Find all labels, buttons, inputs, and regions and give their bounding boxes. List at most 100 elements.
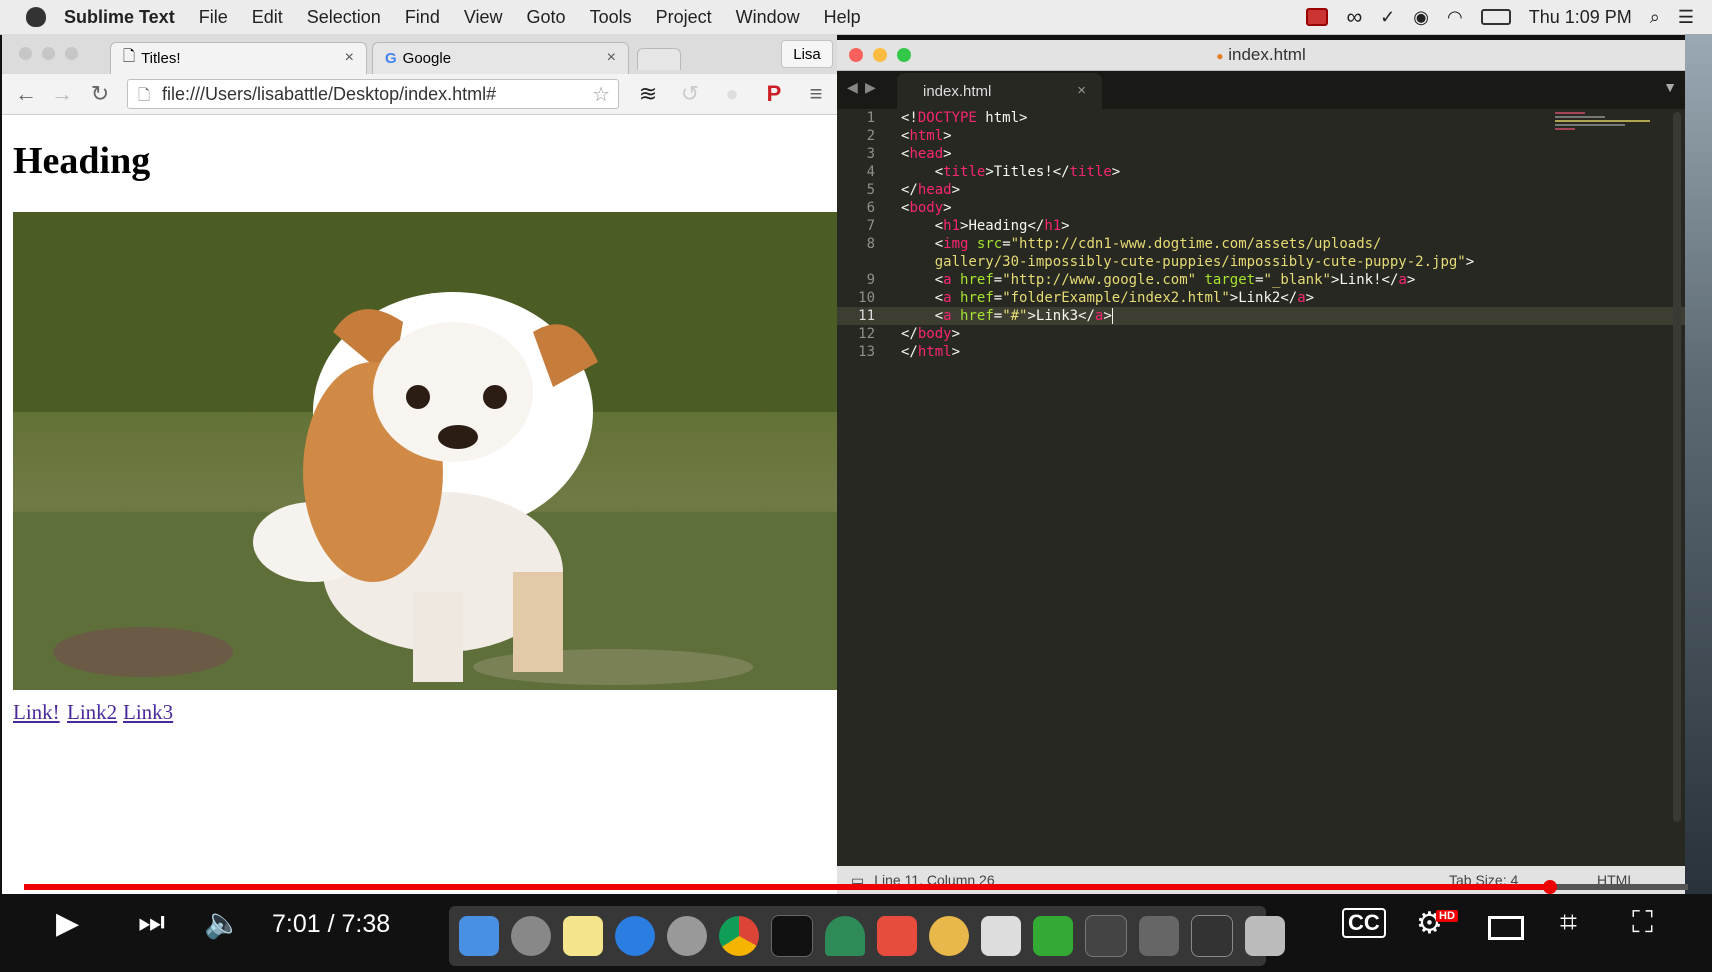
menu-help[interactable]: Help: [824, 7, 861, 28]
code-token: h1: [1044, 218, 1062, 234]
notification-center-icon[interactable]: ☰: [1678, 7, 1694, 28]
close-icon[interactable]: ×: [1077, 82, 1086, 99]
app-store-icon[interactable]: [615, 916, 655, 956]
layers-icon[interactable]: ≋: [634, 80, 662, 108]
profile-button[interactable]: Lisa: [781, 40, 833, 68]
browser-minimize-button[interactable]: [42, 47, 55, 60]
code-line-2: <html>: [901, 127, 952, 145]
menu-tools[interactable]: Tools: [590, 7, 632, 28]
next-icon[interactable]: ⏭: [138, 906, 165, 940]
trash-icon[interactable]: [1245, 916, 1285, 956]
slides-icon[interactable]: [877, 916, 917, 956]
sublime-text-icon[interactable]: [1085, 915, 1127, 957]
code-token: <: [901, 164, 944, 180]
close-icon[interactable]: ×: [345, 49, 354, 67]
sourcetree-icon[interactable]: [825, 916, 865, 956]
editor-tab-index[interactable]: index.html ×: [897, 73, 1102, 109]
code-token: >: [951, 182, 961, 198]
menu-find[interactable]: Find: [405, 7, 440, 28]
nav-left-icon[interactable]: ◀: [847, 79, 858, 96]
menu-project[interactable]: Project: [656, 7, 712, 28]
url-bar[interactable]: 🗋 file:///Users/lisabattle/Desktop/index…: [127, 79, 619, 109]
notes-icon[interactable]: [563, 916, 603, 956]
database-icon[interactable]: [929, 916, 969, 956]
tab-list-icon[interactable]: ▼: [1663, 79, 1677, 95]
finder-icon[interactable]: [459, 916, 499, 956]
extension-circle-icon[interactable]: ●: [718, 80, 746, 108]
browser-zoom-button[interactable]: [65, 47, 78, 60]
new-tab-button[interactable]: [637, 48, 681, 70]
menu-view[interactable]: View: [464, 7, 503, 28]
tab-google[interactable]: G Google ×: [372, 42, 629, 74]
pinterest-icon[interactable]: P: [760, 80, 788, 108]
system-preferences-icon[interactable]: [667, 916, 707, 956]
terminal-icon[interactable]: [771, 915, 813, 957]
creative-cloud-icon[interactable]: ◉: [1413, 7, 1429, 28]
calculator-icon[interactable]: [981, 916, 1021, 956]
clock[interactable]: Thu 1:09 PM: [1529, 7, 1632, 28]
video-scrubber-handle[interactable]: [1542, 880, 1557, 894]
code-token: </: [901, 326, 918, 342]
code-token: body: [917, 326, 952, 342]
launchpad-icon[interactable]: [511, 916, 551, 956]
forward-icon[interactable]: →: [48, 80, 76, 108]
camtasia-icon[interactable]: [1033, 916, 1073, 956]
code-token: href: [960, 272, 994, 288]
check-icon[interactable]: ✓: [1380, 7, 1395, 28]
link-1[interactable]: Link!: [13, 700, 60, 725]
menu-file[interactable]: File: [199, 7, 228, 28]
search-icon[interactable]: ⌕: [1650, 7, 1660, 28]
puppy-image: [13, 212, 837, 690]
code-line-11: <a href="#">Link3</a>: [901, 307, 1122, 325]
theater-mode-icon[interactable]: [1488, 916, 1524, 940]
battery-icon[interactable]: [1480, 9, 1511, 25]
fullscreen-icon[interactable]: ⛶: [1632, 906, 1653, 940]
line-number: 6: [866, 200, 875, 216]
record-icon[interactable]: [1306, 8, 1329, 26]
code-token: >: [1103, 308, 1112, 324]
app-menu-name[interactable]: Sublime Text: [64, 7, 175, 28]
code-token: head: [909, 146, 944, 162]
captions-icon[interactable]: CC: [1342, 908, 1386, 938]
star-icon[interactable]: ☆: [592, 82, 610, 107]
menu-icon[interactable]: ≡: [802, 80, 830, 108]
menu-selection[interactable]: Selection: [307, 7, 381, 28]
page-content: Heading Link! Link2 Link3: [2, 115, 837, 894]
link-3[interactable]: Link3: [123, 700, 173, 725]
close-icon[interactable]: ×: [607, 49, 616, 67]
downloads-stack-icon[interactable]: [1139, 916, 1179, 956]
minimap[interactable]: [1555, 112, 1655, 148]
code-token: </: [901, 182, 918, 198]
link-2[interactable]: Link2: [67, 700, 117, 725]
menubar: Sublime Text File Edit Selection Find Vi…: [0, 0, 1712, 35]
code-token: src: [976, 236, 1003, 252]
reload-icon[interactable]: ↻: [86, 80, 114, 108]
extension-icon[interactable]: ↺: [676, 80, 704, 108]
documents-stack-icon[interactable]: [1191, 915, 1233, 957]
code-token: gallery/30-impossibly-cute-puppies/impos…: [901, 254, 1466, 270]
code-token: >Heading</: [960, 218, 1045, 234]
menu-window[interactable]: Window: [736, 7, 800, 28]
volume-icon[interactable]: 🔈: [204, 906, 241, 941]
code-area[interactable]: 1 <!DOCTYPE html> 2 <html> 3 <head> 4 <t…: [837, 109, 1685, 829]
editor-scrollbar[interactable]: [1673, 112, 1681, 822]
nav-right-icon[interactable]: ▶: [865, 79, 876, 96]
apple-icon[interactable]: [26, 7, 46, 27]
line-number: 9: [866, 272, 875, 288]
code-line-9: <a href="http://www.google.com" target="…: [901, 271, 1416, 289]
infinity-icon[interactable]: ∞: [1346, 4, 1362, 30]
play-icon[interactable]: ▶: [56, 906, 79, 941]
cast-icon[interactable]: ⌗: [1560, 906, 1577, 940]
google-icon: G: [385, 50, 397, 67]
tab-titles[interactable]: 🗋 Titles! ×: [110, 42, 367, 74]
chrome-icon[interactable]: [719, 916, 759, 956]
browser-close-button[interactable]: [19, 47, 32, 60]
code-token: <: [901, 218, 944, 234]
code-token: =: [993, 272, 1003, 288]
menu-edit[interactable]: Edit: [252, 7, 283, 28]
menu-goto[interactable]: Goto: [527, 7, 566, 28]
wifi-icon[interactable]: ◠: [1447, 7, 1463, 28]
back-icon[interactable]: ←: [12, 80, 40, 108]
